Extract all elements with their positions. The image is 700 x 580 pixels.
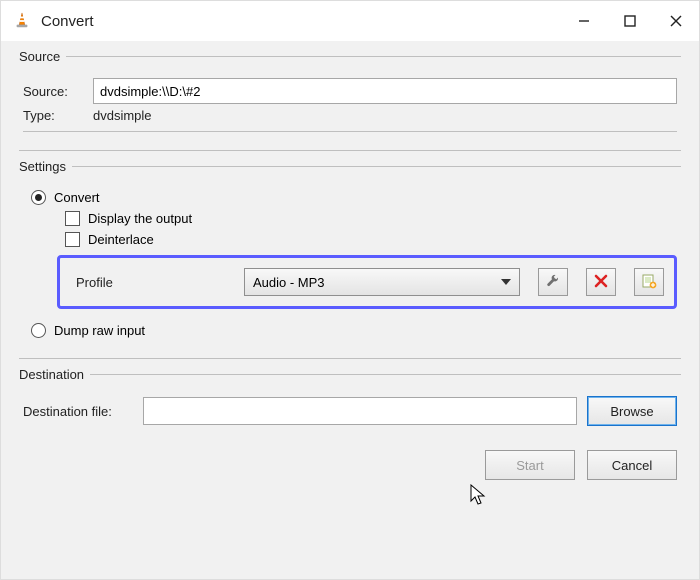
destination-file-input[interactable] (143, 397, 577, 425)
window-title: Convert (41, 13, 561, 30)
delete-profile-button[interactable] (586, 268, 616, 296)
deinterlace-checkbox[interactable]: Deinterlace (65, 232, 677, 247)
vlc-cone-icon (13, 12, 31, 30)
convert-radio[interactable]: Convert (31, 190, 677, 205)
maximize-button[interactable] (607, 1, 653, 41)
type-label: Type: (23, 108, 83, 123)
dialog-actions: Start Cancel (19, 442, 681, 480)
destination-file-label: Destination file: (23, 404, 133, 419)
destination-legend: Destination (19, 367, 90, 382)
profile-selected-value: Audio - MP3 (253, 275, 325, 290)
source-legend: Source (19, 49, 66, 64)
chevron-down-icon (501, 279, 511, 285)
settings-legend: Settings (19, 159, 72, 174)
convert-dialog: Convert Source Source: Type: dvdsimple (0, 0, 700, 580)
browse-button[interactable]: Browse (587, 396, 677, 426)
new-list-icon (641, 273, 657, 292)
profile-row: Profile Audio - MP3 (57, 255, 677, 309)
type-value: dvdsimple (93, 108, 152, 123)
dump-raw-label: Dump raw input (54, 323, 145, 338)
wrench-icon (545, 273, 561, 292)
source-group: Source Source: Type: dvdsimple (19, 49, 681, 151)
source-input[interactable] (93, 78, 677, 104)
settings-group: Settings Convert Display the output Dein… (19, 159, 681, 359)
start-button[interactable]: Start (485, 450, 575, 480)
radio-icon (31, 190, 46, 205)
radio-icon (31, 323, 46, 338)
new-profile-button[interactable] (634, 268, 664, 296)
convert-radio-label: Convert (54, 190, 100, 205)
minimize-button[interactable] (561, 1, 607, 41)
window-controls (561, 1, 699, 41)
checkbox-icon (65, 232, 80, 247)
display-output-label: Display the output (88, 211, 192, 226)
source-label: Source: (23, 84, 83, 99)
dialog-body: Source Source: Type: dvdsimple Settings … (1, 41, 699, 579)
profile-label: Profile (76, 275, 226, 290)
dump-raw-radio[interactable]: Dump raw input (31, 323, 677, 338)
checkbox-icon (65, 211, 80, 226)
titlebar: Convert (1, 1, 699, 41)
cancel-button[interactable]: Cancel (587, 450, 677, 480)
deinterlace-label: Deinterlace (88, 232, 154, 247)
close-button[interactable] (653, 1, 699, 41)
edit-profile-button[interactable] (538, 268, 568, 296)
profile-select[interactable]: Audio - MP3 (244, 268, 520, 296)
display-output-checkbox[interactable]: Display the output (65, 211, 677, 226)
destination-group: Destination Destination file: Browse (19, 367, 681, 434)
x-red-icon (594, 274, 608, 291)
